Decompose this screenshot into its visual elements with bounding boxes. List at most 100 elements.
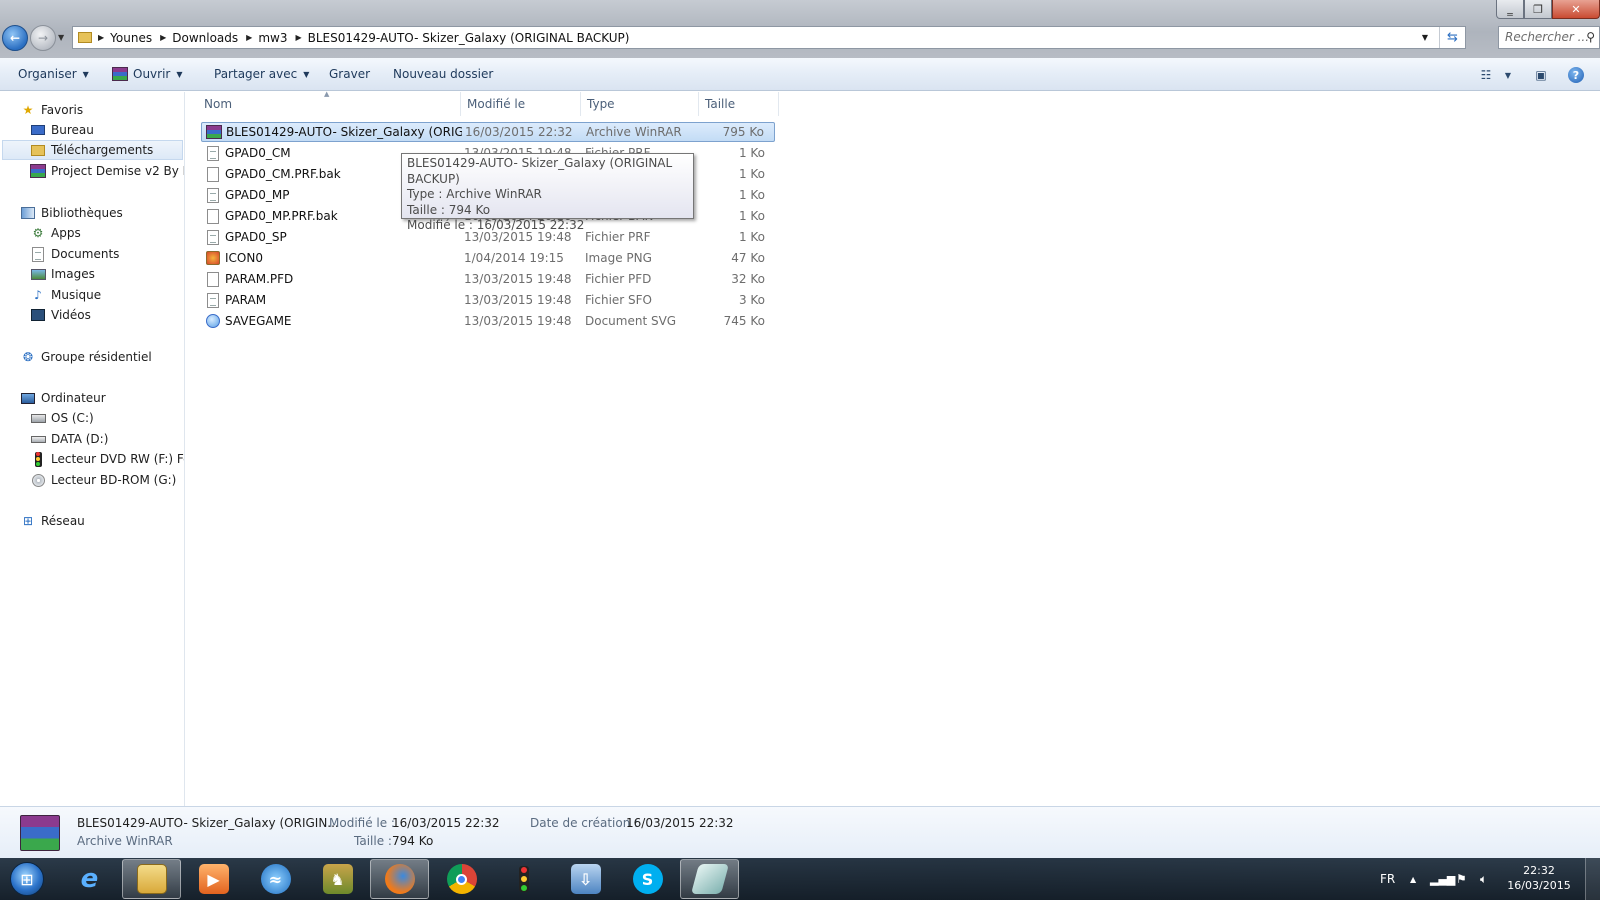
breadcrumb-separator-icon[interactable]: ▶ — [160, 33, 166, 42]
nav-bureau[interactable]: Bureau — [30, 120, 94, 140]
chevron-down-icon: ▼ — [176, 69, 183, 79]
file-row[interactable]: BLES01429-AUTO- Skizer_Galaxy (ORIGIN...… — [201, 122, 775, 142]
file-explorer-icon — [136, 864, 167, 894]
libraries-icon — [20, 206, 36, 220]
file-row[interactable]: SAVEGAME 13/03/2015 19:48 Document SVG 745 … — [201, 311, 775, 331]
nav-project-demise[interactable]: Project Demise v2 By DBD — [30, 161, 184, 181]
column-header-size[interactable]: Taille — [699, 92, 779, 116]
breadcrumb-mw3[interactable]: mw3 — [254, 27, 293, 48]
nav-bd-g[interactable]: Lecteur BD-ROM (G:) — [30, 470, 176, 490]
nav-label: Ordinateur — [41, 391, 106, 405]
taskbar-internet-explorer[interactable]: e — [60, 859, 119, 899]
command-bar: Organiser ▼ Ouvrir ▼ Partager avec ▼ Gra… — [0, 58, 1600, 91]
nav-groupe-residentiel[interactable]: ❂ Groupe résidentiel — [20, 347, 152, 367]
breadcrumb-downloads[interactable]: Downloads — [168, 27, 244, 48]
file-size: 1 Ko — [738, 230, 765, 244]
nav-apps[interactable]: ⚙ Apps — [30, 223, 81, 243]
close-button[interactable]: ✕ — [1552, 0, 1600, 19]
taskbar-file-explorer[interactable] — [122, 859, 181, 899]
nav-dvd-f[interactable]: Lecteur DVD RW (F:) Feu Vert — [30, 449, 184, 469]
taskbar-chrome[interactable] — [432, 859, 491, 899]
nav-telechargements[interactable]: Téléchargements — [2, 140, 183, 160]
view-dropdown-icon[interactable]: ▼ — [1498, 67, 1518, 83]
nav-ordinateur[interactable]: Ordinateur — [20, 388, 106, 408]
file-row[interactable]: PARAM.PFD 13/03/2015 19:48 Fichier PFD 32 K… — [201, 269, 775, 289]
search-icon[interactable]: ⚲ — [1586, 30, 1595, 44]
search-input[interactable]: Rechercher ... ⚲ — [1498, 26, 1600, 49]
file-type: Fichier SFO — [585, 293, 652, 307]
taskbar-traffic-light[interactable] — [494, 859, 553, 899]
graver-button[interactable]: Graver — [329, 67, 370, 81]
refresh-icon[interactable]: ⇆ — [1439, 27, 1465, 48]
details-filetype: Archive WinRAR — [77, 834, 173, 848]
show-desktop-button[interactable] — [1585, 858, 1600, 900]
column-header-type[interactable]: Type — [581, 92, 699, 116]
file-row[interactable]: PARAM 13/03/2015 19:48 Fichier SFO 3 Ko — [201, 290, 775, 310]
nouveau-dossier-button[interactable]: Nouveau dossier — [393, 67, 493, 81]
breadcrumb-separator-icon[interactable]: ▶ — [98, 33, 104, 42]
nav-label: Réseau — [41, 514, 85, 528]
file-type: Image PNG — [585, 251, 652, 265]
preview-pane-icon[interactable]: ▣ — [1531, 67, 1551, 83]
action-center-icon[interactable]: ⚑ — [1456, 858, 1467, 900]
svg-document-icon — [205, 313, 221, 329]
nav-documents[interactable]: Documents — [30, 244, 119, 264]
homegroup-icon: ❂ — [22, 350, 34, 364]
blank-file-icon — [205, 166, 221, 182]
details-created-value: 16/03/2015 22:32 — [626, 816, 734, 830]
column-label: Nom — [204, 97, 233, 111]
taskbar-skype[interactable]: S — [618, 859, 677, 899]
nav-musique[interactable]: ♪ Musique — [30, 285, 101, 305]
breadcrumb-younes[interactable]: Younes — [106, 27, 158, 48]
maximize-button[interactable]: ❐ — [1524, 0, 1552, 19]
volume-icon[interactable]: 🔈︎ — [1480, 858, 1487, 900]
help-icon[interactable]: ? — [1568, 67, 1584, 83]
nav-videos[interactable]: Vidéos — [30, 305, 91, 325]
language-indicator[interactable]: FR — [1380, 858, 1395, 900]
details-modified-label: Modifié le : — [329, 816, 395, 830]
show-hidden-icons-icon[interactable]: ▲ — [1410, 858, 1416, 900]
file-size: 1 Ko — [738, 146, 765, 160]
nav-favoris[interactable]: ★ Favoris — [20, 100, 84, 120]
nav-label: Lecteur DVD RW (F:) Feu Vert — [51, 452, 184, 466]
nav-data-d[interactable]: DATA (D:) — [30, 429, 108, 449]
network-signal-icon[interactable]: ▂▄▆ — [1430, 858, 1455, 900]
details-pane: BLES01429-AUTO- Skizer_Galaxy (ORIGIN...… — [0, 806, 1600, 858]
system-drive-icon — [30, 411, 46, 425]
back-button[interactable]: ← — [2, 25, 28, 51]
taskbar-media-player[interactable]: ▶ — [184, 859, 243, 899]
minimize-button[interactable]: ‗ — [1496, 0, 1524, 19]
file-type: Fichier PFD — [585, 272, 652, 286]
column-label: Taille — [705, 97, 736, 111]
taskbar-sync[interactable]: ≈ — [246, 859, 305, 899]
chrome-icon — [446, 864, 477, 894]
sync-icon: ≈ — [260, 864, 291, 894]
partager-button[interactable]: Partager avec ▼ — [214, 67, 309, 81]
tooltip-title: BLES01429-AUTO- Skizer_Galaxy (ORIGINAL … — [407, 156, 673, 186]
taskbar-firefox[interactable] — [370, 859, 429, 899]
ouvrir-button[interactable]: Ouvrir ▼ — [112, 67, 183, 81]
address-dropdown-icon[interactable]: ▼ — [1417, 27, 1433, 48]
file-row[interactable]: ICON0 1/04/2014 19:15 Image PNG 47 Ko — [201, 248, 775, 268]
nav-bibliotheques[interactable]: Bibliothèques — [20, 203, 123, 223]
address-bar[interactable]: ▶ Younes ▶ Downloads ▶ mw3 ▶ BLES01429-A… — [72, 26, 1466, 49]
breadcrumb-separator-icon[interactable]: ▶ — [246, 33, 252, 42]
system-clock[interactable]: 22:32 16/03/2015 — [1500, 863, 1578, 893]
column-header-name[interactable]: Nom — [198, 92, 461, 116]
apps-icon: ⚙ — [32, 226, 44, 240]
view-options-icon[interactable]: ☷ — [1476, 67, 1496, 83]
nav-reseau[interactable]: ⊞ Réseau — [20, 511, 85, 531]
organiser-button[interactable]: Organiser ▼ — [18, 67, 89, 81]
start-button[interactable]: ⊞ — [4, 860, 50, 898]
nav-os-c[interactable]: OS (C:) — [30, 408, 94, 428]
breadcrumb-current-folder[interactable]: BLES01429-AUTO- Skizer_Galaxy (ORIGINAL … — [304, 27, 636, 48]
breadcrumb-separator-icon[interactable]: ▶ — [295, 33, 301, 42]
column-header-modified[interactable]: Modifié le — [461, 92, 581, 116]
winrar-icon — [112, 67, 128, 81]
recent-pages-dropdown[interactable]: ▼ — [58, 33, 64, 42]
taskbar-network-share[interactable]: ⇩ — [556, 859, 615, 899]
taskbar-game[interactable]: ♞ — [308, 859, 367, 899]
nav-images[interactable]: Images — [30, 264, 95, 284]
forward-button[interactable]: → — [30, 25, 56, 51]
taskbar-eraser[interactable] — [680, 859, 739, 899]
